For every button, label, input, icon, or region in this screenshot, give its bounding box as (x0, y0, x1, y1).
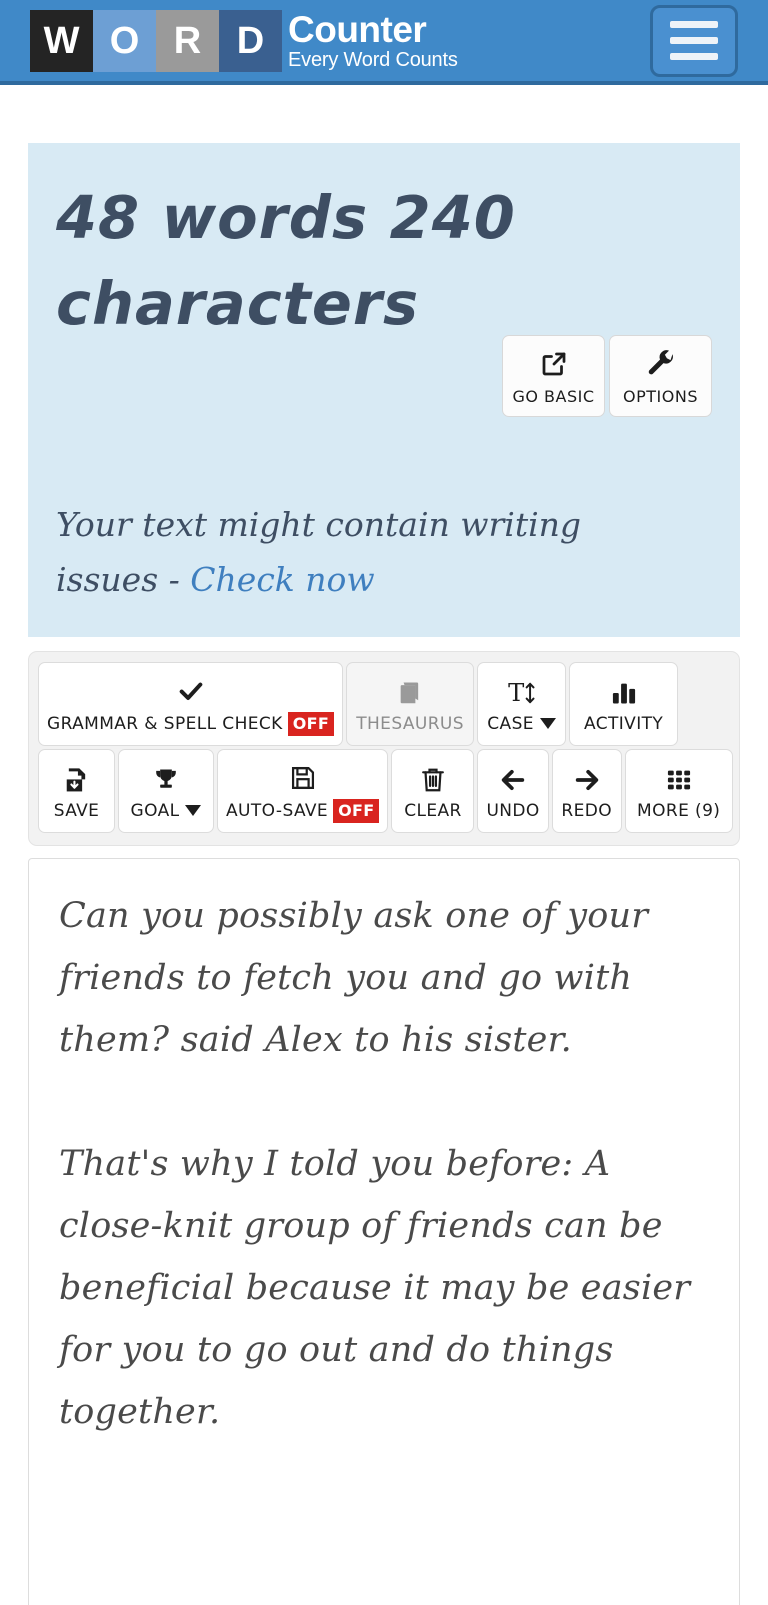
thesaurus-label: THESAURUS (356, 713, 464, 734)
toolbar-row-1: GRAMMAR & SPELL CHECK OFF THESAURUS T CA… (38, 662, 730, 746)
count-panel: 48 words 240 characters GO BASIC OPTIONS… (28, 143, 740, 637)
trophy-icon (152, 763, 180, 797)
book-icon (396, 676, 424, 710)
text-editor[interactable]: Can you possibly ask one of your friends… (28, 858, 740, 1605)
logo-tile-w: W (30, 9, 93, 72)
menu-bar-3 (670, 53, 718, 60)
grammar-spell-check-button[interactable]: GRAMMAR & SPELL CHECK OFF (38, 662, 344, 746)
activity-label: ACTIVITY (583, 713, 664, 734)
brand-title: Counter (288, 8, 427, 50)
auto-save-status-badge: OFF (333, 798, 380, 823)
writing-issues-notice: Your text might contain writing issues -… (56, 497, 676, 607)
grid-icon (665, 763, 693, 797)
menu-bar-2 (670, 37, 718, 44)
arrow-left-icon (499, 763, 527, 797)
undo-button[interactable]: UNDO (477, 749, 549, 833)
hamburger-menu-icon[interactable] (650, 4, 738, 77)
wrench-icon (646, 347, 676, 381)
undo-label: UNDO (486, 800, 540, 821)
options-button[interactable]: OPTIONS (609, 335, 712, 417)
go-basic-label: GO BASIC (512, 386, 595, 406)
toolbar-row-2: SAVE GOAL AUTO-SAVE OFF CLEAR UNDO REDO … (38, 749, 733, 833)
logo-tile-o: O (93, 9, 156, 72)
arrow-right-icon (573, 763, 601, 797)
activity-button[interactable]: ACTIVITY (569, 662, 679, 746)
svg-text:T: T (508, 679, 524, 707)
save-label: SAVE (53, 800, 100, 821)
redo-label: REDO (561, 800, 612, 821)
goal-button[interactable]: GOAL (118, 749, 214, 833)
grammar-status-badge: OFF (287, 711, 335, 736)
editor-paragraph-1: Can you possibly ask one of your friends… (59, 896, 649, 1060)
case-label-wrap: CASE (487, 714, 556, 734)
panel-actions: GO BASIC OPTIONS (502, 335, 712, 417)
trash-icon (419, 763, 447, 797)
file-download-icon (63, 763, 91, 797)
options-label: OPTIONS (623, 386, 698, 406)
check-now-link[interactable]: Check now (190, 560, 374, 599)
editor-paragraph-2: That's why I told you before: A close-kn… (59, 1144, 691, 1432)
chevron-down-icon (539, 718, 556, 729)
auto-save-label: AUTO-SAVE (226, 800, 329, 821)
more-label: MORE (9) (637, 800, 721, 821)
auto-save-button[interactable]: AUTO-SAVE OFF (217, 749, 389, 833)
grammar-spell-check-label-wrap: GRAMMAR & SPELL CHECK OFF (47, 711, 335, 736)
grammar-spell-check-label: GRAMMAR & SPELL CHECK (47, 713, 283, 734)
brand-logo[interactable]: W O R D Counter Every Word Counts (30, 9, 458, 72)
bar-chart-icon (610, 676, 638, 710)
save-button[interactable]: SAVE (38, 749, 115, 833)
goal-label-wrap: GOAL (131, 801, 202, 821)
page-title: 48 words 240 characters (56, 183, 516, 338)
go-basic-button[interactable]: GO BASIC (502, 335, 605, 417)
brand-wordmark: Counter Every Word Counts (288, 10, 458, 72)
goal-label: GOAL (130, 800, 180, 821)
more-button[interactable]: MORE (9) (624, 749, 733, 833)
site-header: W O R D Counter Every Word Counts (0, 0, 768, 85)
logo-tile-r: R (156, 9, 219, 72)
editor-toolbar: GRAMMAR & SPELL CHECK OFF THESAURUS T CA… (28, 651, 740, 846)
page-root: W O R D Counter Every Word Counts 48 wor… (0, 0, 768, 1605)
clear-button[interactable]: CLEAR (391, 749, 475, 833)
brand-tagline: Every Word Counts (288, 48, 458, 71)
text-size-icon: T (507, 676, 537, 710)
logo-tiles: W O R D (30, 9, 282, 72)
case-button[interactable]: T CASE (477, 662, 567, 746)
logo-tile-d: D (219, 9, 282, 72)
case-label: CASE (487, 713, 534, 734)
check-icon (177, 674, 205, 708)
external-link-icon (539, 347, 569, 381)
floppy-disk-icon (289, 761, 317, 795)
redo-button[interactable]: REDO (551, 749, 622, 833)
menu-bar-1 (670, 21, 718, 28)
clear-label: CLEAR (404, 800, 462, 821)
chevron-down-icon (185, 805, 202, 816)
thesaurus-button[interactable]: THESAURUS (346, 662, 475, 746)
auto-save-label-wrap: AUTO-SAVE OFF (226, 798, 380, 823)
